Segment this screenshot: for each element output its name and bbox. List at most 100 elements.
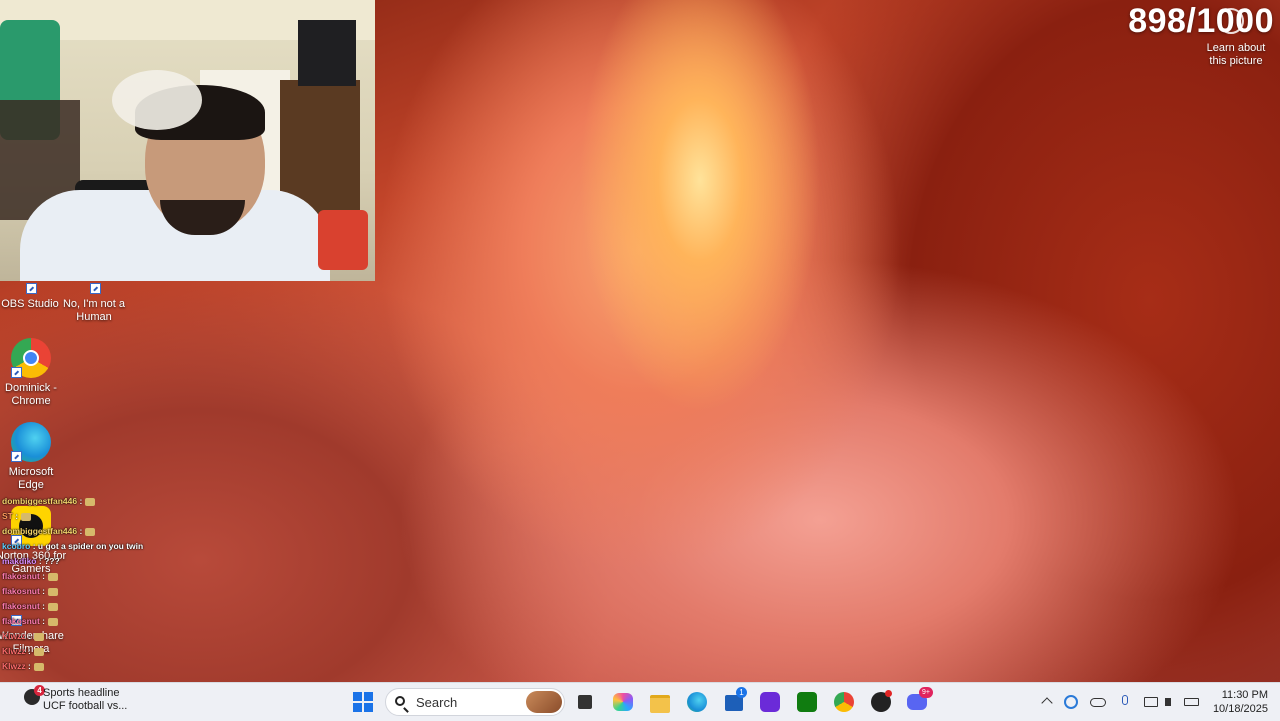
- start-button[interactable]: [351, 690, 375, 714]
- show-hidden-icons-button[interactable]: [1039, 694, 1055, 710]
- chat-message: flakosnut :: [2, 614, 152, 629]
- search-placeholder: Search: [416, 695, 458, 710]
- emote-icon: [33, 632, 44, 641]
- chat-text: :: [42, 571, 45, 581]
- system-clock[interactable]: 11:30 PM 10/18/2025: [1213, 688, 1268, 716]
- chat-username: Klwzz: [2, 631, 26, 641]
- chat-username: makdiko: [2, 556, 37, 566]
- taskbar-store[interactable]: 1: [722, 687, 747, 714]
- emote-icon: [33, 662, 44, 671]
- clock-time: 11:30 PM: [1221, 689, 1268, 701]
- discord-badge: 9+: [919, 687, 933, 698]
- chat-message: Klwzz :: [2, 629, 152, 644]
- chat-message: flakosnut :: [2, 584, 152, 599]
- desktop-icon-label: OBS Studio: [1, 298, 59, 310]
- desktop-icon-edge[interactable]: Microsoft Edge: [0, 422, 67, 492]
- chevron-up-icon: [1041, 697, 1053, 709]
- chat-username: kcobro: [2, 541, 31, 551]
- store-badge: 1: [736, 687, 747, 698]
- chat-text: :: [42, 616, 45, 626]
- chat-text: :: [79, 496, 83, 506]
- network-icon: [1144, 697, 1158, 707]
- chat-text: : u got a spider on you twin: [32, 541, 144, 551]
- tray-sync[interactable]: [1063, 694, 1079, 710]
- chat-message: kcobro : u got a spider on you twin: [2, 539, 152, 554]
- taskbar-app-purple[interactable]: [758, 690, 782, 714]
- windows-logo-icon: [353, 692, 373, 712]
- microphone-icon: [1122, 695, 1128, 705]
- camera-icon[interactable]: [1218, 8, 1244, 34]
- folder-icon: [650, 695, 670, 713]
- chrome-icon: [11, 338, 51, 378]
- chat-text: : ???: [38, 556, 60, 566]
- learn-about-picture-link[interactable]: Learn about this picture: [1200, 42, 1272, 68]
- desktop-icon-label: No, I'm not a Human: [62, 298, 125, 323]
- taskbar-chrome[interactable]: [832, 690, 856, 714]
- chat-message: flakosnut :: [2, 569, 152, 584]
- tray-battery[interactable]: [1184, 694, 1200, 710]
- desktop-icon-label: Dominick - Chrome: [5, 382, 57, 407]
- taskbar-edge[interactable]: [685, 690, 709, 714]
- chat-text: :: [28, 646, 31, 656]
- emote-icon: [48, 572, 58, 581]
- chat-message: makdiko : ???: [2, 554, 152, 569]
- desktop-icon-not-a-human[interactable]: No, I'm not a Human: [58, 282, 130, 324]
- chat-text: :: [28, 631, 31, 641]
- taskbar-task-view[interactable]: [573, 690, 597, 714]
- search-icon: [395, 696, 405, 706]
- battery-icon: [1184, 698, 1199, 706]
- edge-icon: [687, 692, 707, 712]
- chat-username: dombiggestfan446: [2, 496, 78, 506]
- copilot-icon: [613, 693, 633, 711]
- emote-icon: [48, 617, 58, 626]
- task-view-icon: [578, 695, 592, 709]
- chrome-icon: [834, 692, 854, 712]
- sync-icon: [1064, 695, 1078, 709]
- recording-dot-icon: [885, 690, 892, 697]
- edge-icon: [11, 422, 51, 462]
- tray-network[interactable]: [1143, 694, 1159, 710]
- desktop-icon-obs-studio[interactable]: OBS Studio: [0, 282, 66, 311]
- emote-icon: [48, 587, 58, 596]
- chat-username: flakosnut: [2, 616, 40, 626]
- taskbar-obs[interactable]: [869, 690, 893, 714]
- chat-text: :: [15, 511, 19, 521]
- chat-message: dombiggestfan446 :: [2, 524, 152, 539]
- webcam-overlay: [0, 0, 375, 281]
- chat-username: flakosnut: [2, 601, 40, 611]
- chat-text: :: [28, 661, 31, 671]
- desktop-icon-label: Microsoft Edge: [8, 466, 54, 491]
- stream-chat-overlay: dombiggestfan446 : ST : dombiggestfan446…: [2, 494, 152, 674]
- emote-icon: [85, 527, 96, 536]
- spotlight-widget[interactable]: 898/1000 Learn about this picture: [1128, 0, 1274, 68]
- chat-text: :: [42, 601, 45, 611]
- emote-icon: [48, 602, 58, 611]
- game-icon: [74, 282, 114, 294]
- search-input[interactable]: Search: [385, 688, 565, 716]
- desktop-icon-chrome[interactable]: Dominick - Chrome: [0, 338, 67, 408]
- chat-message: flakosnut :: [2, 599, 152, 614]
- taskbar-copilot[interactable]: [611, 690, 635, 714]
- chat-text: :: [42, 586, 45, 596]
- search-highlight-image: [526, 691, 562, 713]
- taskbar: 4 Sports headline UCF football vs... Sea…: [0, 682, 1280, 721]
- taskbar-xbox[interactable]: [795, 690, 819, 714]
- news-title: Sports headline: [43, 687, 120, 699]
- chat-message: dombiggestfan446 :: [2, 494, 152, 509]
- app-icon: [760, 692, 780, 712]
- chat-username: flakosnut: [2, 571, 40, 581]
- tray-microphone[interactable]: [1117, 694, 1133, 710]
- taskbar-discord[interactable]: 9+: [905, 687, 933, 714]
- chat-message: ST :: [2, 509, 152, 524]
- chat-message: Klwzz :: [2, 644, 152, 659]
- chat-username: ST: [2, 511, 13, 521]
- taskbar-file-explorer[interactable]: [648, 690, 672, 714]
- emote-icon: [85, 497, 96, 506]
- cloud-icon: [1090, 698, 1106, 707]
- tray-volume[interactable]: [1164, 694, 1180, 710]
- obs-studio-icon: [10, 282, 50, 294]
- tray-onedrive[interactable]: [1090, 694, 1106, 710]
- volume-icon: [1165, 698, 1171, 706]
- xbox-icon: [797, 692, 817, 712]
- chat-text: :: [79, 526, 83, 536]
